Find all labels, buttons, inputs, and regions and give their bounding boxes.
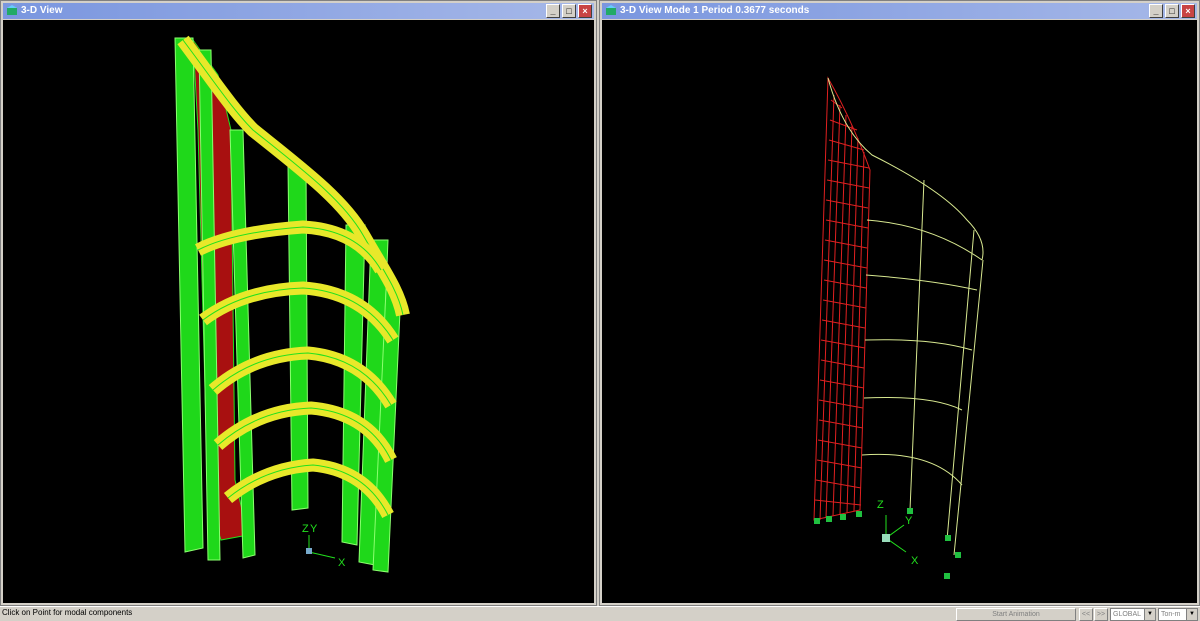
right-3d-canvas[interactable]: Z Y X (602, 20, 1197, 603)
chevron-down-icon[interactable]: ▼ (1186, 609, 1197, 620)
coordinate-system-value: GLOBAL (1113, 611, 1142, 618)
support-7 (955, 552, 961, 558)
axis-x-label: X (911, 555, 919, 567)
deformed-top-edge (827, 77, 984, 261)
previous-step-button[interactable]: << (1079, 608, 1093, 621)
axis-x-label: X (338, 557, 346, 569)
left-3d-view-window: 3-D View _ □ × Z Y X (0, 0, 597, 606)
deformed-floor-4 (863, 397, 963, 411)
right-3d-view-window: 3-D View Mode 1 Period 0.3677 seconds _ … (599, 0, 1200, 606)
app-icon (7, 5, 17, 15)
status-bar: Click on Point for modal components Star… (0, 606, 1200, 621)
maximize-button[interactable]: □ (1165, 4, 1179, 18)
support-1 (814, 518, 820, 524)
axis-z-label: Z (302, 523, 309, 535)
axis-triad: Z Y X (302, 523, 346, 569)
support-3 (840, 514, 846, 520)
close-button[interactable]: × (1181, 4, 1195, 18)
axis-y-label: Y (310, 523, 318, 535)
left-structure-model[interactable]: Z Y X (3, 20, 594, 603)
supports (814, 508, 961, 579)
units-select[interactable]: Ton-m ▼ (1158, 608, 1198, 621)
deformed-floor-3 (864, 339, 973, 351)
left-3d-canvas[interactable]: Z Y X (3, 20, 594, 603)
left-window-title: 3-D View (21, 5, 63, 16)
support-5 (907, 508, 913, 514)
minimize-button[interactable]: _ (546, 4, 560, 18)
support-6 (945, 535, 951, 541)
start-animation-button[interactable]: Start Animation (956, 608, 1076, 621)
support-2 (826, 516, 832, 522)
left-window-titlebar[interactable]: 3-D View _ □ × (3, 3, 594, 19)
chevron-down-icon[interactable]: ▼ (1144, 609, 1155, 620)
axis-y-label: Y (905, 515, 913, 527)
deformed-floor-2 (865, 274, 978, 291)
deformed-floor-1 (866, 219, 983, 261)
next-step-button[interactable]: >> (1094, 608, 1108, 621)
right-window-titlebar[interactable]: 3-D View Mode 1 Period 0.3677 seconds _ … (602, 3, 1197, 19)
units-value: Ton-m (1161, 611, 1181, 618)
right-mode-shape-model[interactable]: Z Y X (602, 20, 1197, 603)
column-4 (287, 164, 309, 511)
support-4 (856, 511, 862, 517)
maximize-button[interactable]: □ (562, 4, 576, 18)
close-button[interactable]: × (578, 4, 592, 18)
app-icon (606, 5, 616, 15)
status-message: Click on Point for modal components (2, 608, 133, 617)
support-8 (944, 573, 950, 579)
coordinate-system-select[interactable]: GLOBAL ▼ (1110, 608, 1156, 621)
right-window-title: 3-D View Mode 1 Period 0.3677 seconds (620, 5, 810, 16)
axis-z-label: Z (877, 499, 884, 511)
deformed-column-1 (909, 179, 925, 511)
minimize-button[interactable]: _ (1149, 4, 1163, 18)
